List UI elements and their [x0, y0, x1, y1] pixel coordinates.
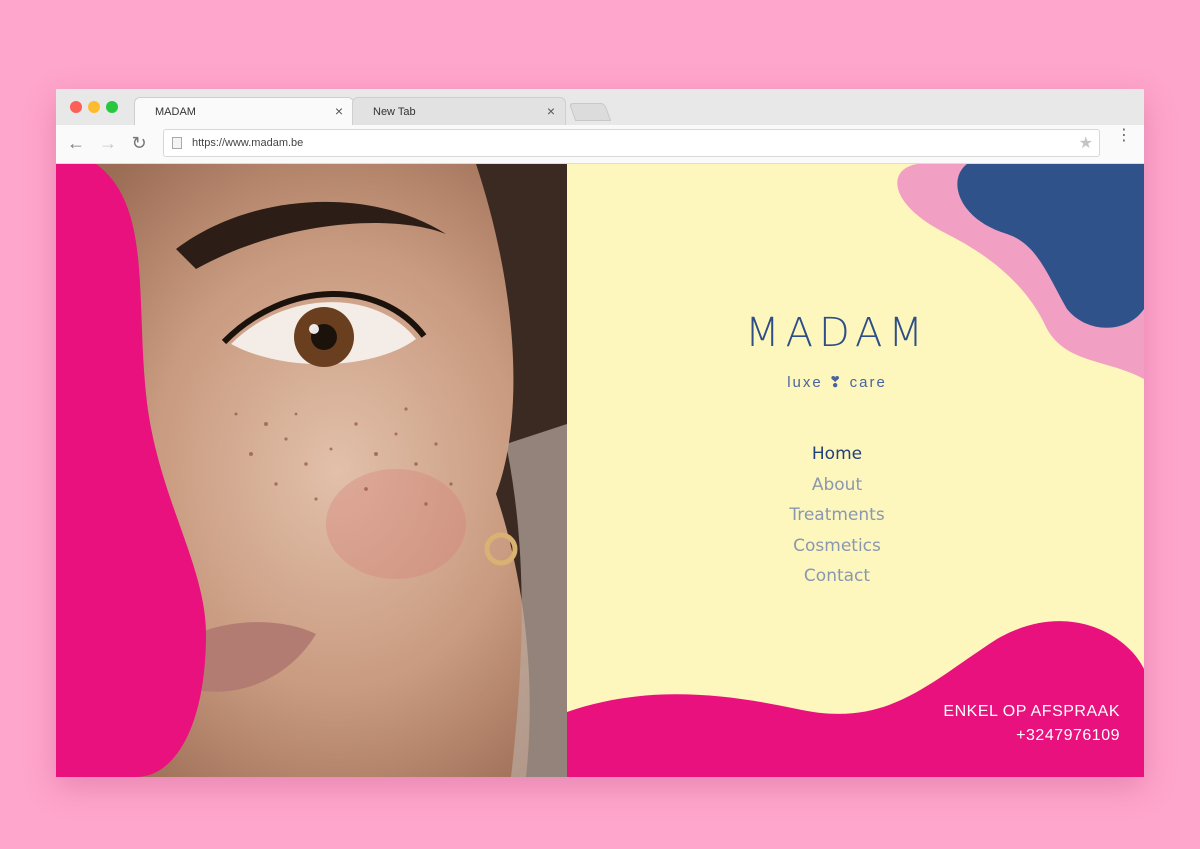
nav-item-about[interactable]: About	[737, 470, 937, 501]
close-tab-icon[interactable]: ×	[547, 103, 555, 119]
tab-strip: MADAM × New Tab ×	[56, 89, 1144, 125]
tab-madam[interactable]: MADAM ×	[134, 97, 354, 125]
logo-tagline: luxe ❣ care	[787, 374, 887, 391]
tab-label: New Tab	[373, 106, 416, 118]
hero-content: MADAM luxe ❣ care Home About Treatments …	[567, 164, 1144, 777]
phone-number[interactable]: +3247976109	[943, 724, 1120, 748]
page-icon	[172, 137, 182, 149]
close-tab-icon[interactable]: ×	[335, 103, 343, 119]
logo-wordmark: MADAM	[745, 310, 929, 356]
close-window-button[interactable]	[70, 101, 82, 113]
nav-item-treatments[interactable]: Treatments	[737, 500, 937, 531]
hero-photo	[56, 164, 567, 777]
browser-toolbar: ← → ↻ https://www.madam.be ★ ⋮	[56, 125, 1144, 164]
browser-menu-icon[interactable]: ⋮	[1116, 128, 1132, 144]
appointment-note: ENKEL OP AFSPRAAK	[943, 703, 1120, 720]
tab-new-tab[interactable]: New Tab ×	[352, 97, 566, 125]
url-text[interactable]: https://www.madam.be	[192, 137, 303, 149]
back-arrow-icon[interactable]: ←	[66, 133, 86, 154]
bookmark-star-icon[interactable]: ★	[1079, 133, 1093, 153]
nav-item-cosmetics[interactable]: Cosmetics	[737, 531, 937, 562]
browser-window: MADAM × New Tab × ← → ↻ https://www.mada…	[56, 89, 1144, 777]
new-tab-button[interactable]	[568, 103, 612, 121]
tab-label: MADAM	[155, 106, 196, 118]
address-bar[interactable]: https://www.madam.be ★	[163, 129, 1100, 157]
minimize-window-button[interactable]	[88, 101, 100, 113]
maximize-window-button[interactable]	[106, 101, 118, 113]
main-nav: Home About Treatments Cosmetics Contact	[737, 439, 937, 592]
nav-item-contact[interactable]: Contact	[737, 561, 937, 592]
web-page: MADAM luxe ❣ care Home About Treatments …	[56, 164, 1144, 777]
forward-arrow-icon[interactable]: →	[98, 133, 118, 154]
hero-photo-art	[56, 164, 567, 777]
contact-info: ENKEL OP AFSPRAAK +3247976109	[943, 700, 1120, 748]
nav-item-home[interactable]: Home	[737, 439, 937, 470]
reload-icon[interactable]: ↻	[129, 133, 149, 154]
